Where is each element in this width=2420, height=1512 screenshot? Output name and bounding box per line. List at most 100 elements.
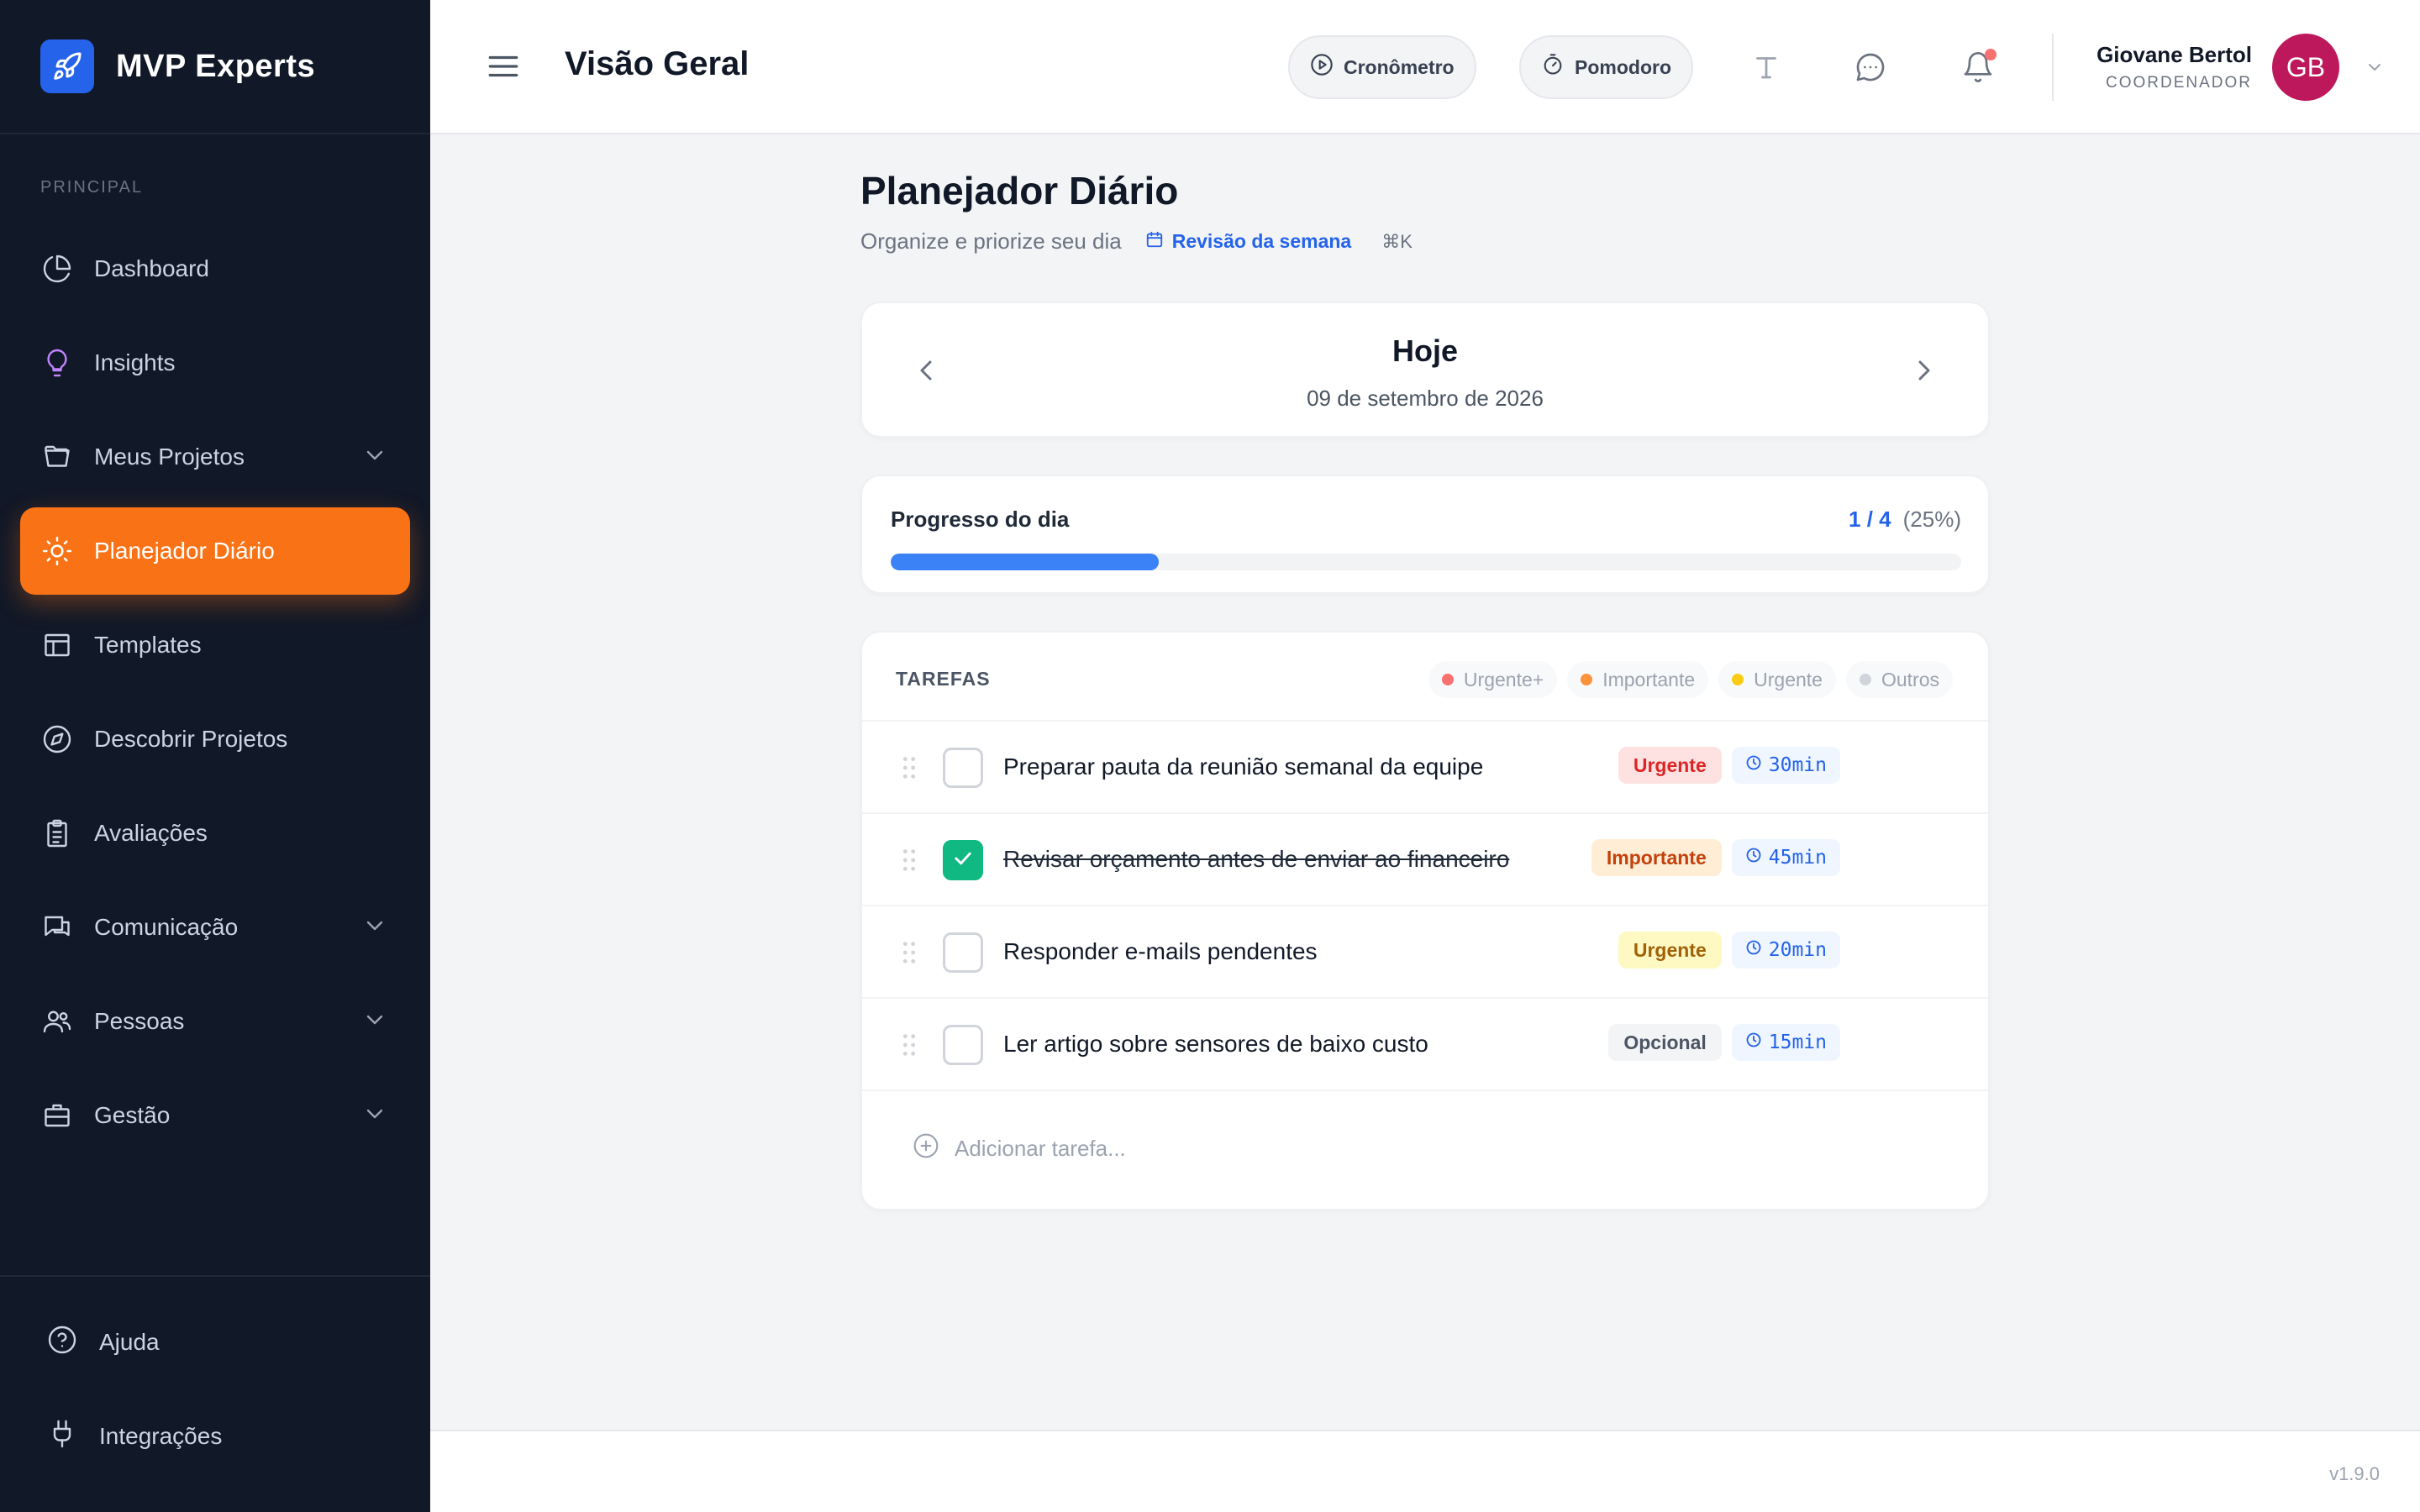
calendar-icon [1145, 230, 1164, 254]
keyboard-shortcut: ⌘K [1381, 230, 1413, 252]
day-title: Hoje [1392, 333, 1458, 368]
main-content: Planejador Diário Organize e priorize se… [860, 168, 1990, 1210]
sidebar-item-planejador-diario[interactable]: Planejador Diário [20, 507, 410, 595]
chevron-right-icon[interactable] [1907, 354, 1941, 391]
brand[interactable]: MVP Experts [0, 0, 430, 134]
sidebar-item-templates[interactable]: Templates [20, 601, 410, 689]
legend-item[interactable]: Urgente [1718, 661, 1836, 698]
sidebar-item-label: Planejador Diário [94, 538, 275, 564]
avatar[interactable]: GB [2272, 34, 2339, 101]
sidebar-item-label: Pessoas [94, 1008, 185, 1034]
pomodoro-button[interactable]: Pomodoro [1519, 35, 1693, 99]
user-role: COORDENADOR [2105, 74, 2252, 92]
folder-icon [40, 440, 74, 474]
legend-item[interactable]: Urgente+ [1428, 661, 1558, 698]
chat-bubble-icon[interactable] [1852, 49, 1889, 86]
clock-icon [1745, 847, 1762, 869]
task-checkbox[interactable] [943, 1025, 983, 1065]
legend-dot [1859, 674, 1871, 685]
section-label: PRINCIPAL [40, 178, 144, 197]
briefcase-icon [40, 1099, 74, 1132]
chevron-down-icon[interactable] [361, 1100, 388, 1133]
text-size-icon[interactable] [1748, 49, 1785, 86]
sidebar-item-label: Avaliações [94, 820, 208, 846]
planner-subline: Organize e priorize seu dia Revisão da s… [860, 228, 1990, 255]
sun-icon [40, 534, 74, 568]
legend-dot [1732, 674, 1744, 685]
stopwatch-button[interactable]: Cronômetro [1288, 35, 1476, 99]
priority-badge[interactable]: Opcional [1608, 1024, 1722, 1061]
sidebar-item-integracoes[interactable]: Integrações [0, 1389, 430, 1483]
timer-icon [1541, 53, 1565, 81]
task-checkbox[interactable] [943, 748, 983, 788]
task-meta: Urgente 30min [1618, 747, 1840, 784]
time-value: 15min [1768, 1032, 1827, 1053]
task-row[interactable]: Ler artigo sobre sensores de baixo custo… [862, 999, 1988, 1091]
chevron-down-icon[interactable] [361, 912, 388, 945]
day-progress: Progresso do dia 1 / 4 (25%) [860, 475, 1990, 594]
task-title[interactable]: Preparar pauta da reunião semanal da equ… [1003, 753, 1483, 780]
layout-icon [40, 628, 74, 662]
sidebar-item-comunicacao[interactable]: Comunicação [20, 884, 410, 971]
time-value: 20min [1768, 939, 1827, 961]
drag-handle-icon[interactable] [901, 848, 918, 877]
chevron-down-icon[interactable] [361, 1006, 388, 1039]
planner-subtitle: Organize e priorize seu dia [860, 228, 1122, 254]
add-task-button[interactable]: Adicionar tarefa... [913, 1132, 1126, 1165]
drag-handle-icon[interactable] [901, 940, 918, 969]
priority-badge[interactable]: Urgente [1618, 932, 1722, 969]
bell-icon[interactable] [1960, 49, 1996, 86]
task-checkbox[interactable] [943, 932, 983, 973]
task-checkbox[interactable] [943, 840, 983, 880]
progress-label: Progresso do dia [891, 507, 1070, 532]
legend-item[interactable]: Outros [1845, 661, 1953, 698]
legend-label: Importante [1602, 668, 1696, 690]
time-estimate[interactable]: 45min [1731, 839, 1840, 876]
progress-count: 1 / 4 (25%) [1849, 507, 1961, 533]
chat-icon [40, 911, 74, 944]
user-name[interactable]: Giovane Bertol [2096, 42, 2252, 68]
sidebar-item-meus-projetos[interactable]: Meus Projetos [20, 413, 410, 501]
sidebar-item-descobrir-projetos[interactable]: Descobrir Projetos [20, 696, 410, 783]
task-row[interactable]: Responder e-mails pendentes Urgente 20mi… [862, 906, 1988, 999]
progress-percent: (25%) [1902, 507, 1961, 532]
hamburger-menu-icon[interactable] [486, 49, 521, 88]
tasks-header: TAREFAS Urgente+ Importante Urgente Outr… [862, 633, 1988, 722]
sidebar-item-label: Dashboard [94, 255, 209, 281]
priority-badge[interactable]: Urgente [1618, 747, 1722, 784]
plus-circle-icon [913, 1132, 939, 1165]
sidebar-item-label: Ajuda [99, 1329, 160, 1355]
planner-title: Planejador Diário [860, 169, 1179, 213]
task-title[interactable]: Responder e-mails pendentes [1003, 938, 1318, 965]
priority-legend: Urgente+ Importante Urgente Outros [1418, 661, 1953, 698]
drag-handle-icon[interactable] [901, 755, 918, 785]
stopwatch-label: Cronômetro [1344, 55, 1455, 78]
time-estimate[interactable]: 30min [1731, 747, 1840, 784]
sidebar-item-label: Descobrir Projetos [94, 726, 288, 752]
legend-item[interactable]: Importante [1567, 661, 1709, 698]
compass-icon [40, 722, 74, 756]
task-row[interactable]: Preparar pauta da reunião semanal da equ… [862, 722, 1988, 814]
drag-handle-icon[interactable] [901, 1032, 918, 1062]
chevron-down-icon[interactable] [361, 442, 388, 475]
sidebar-item-insights[interactable]: Insights [20, 319, 410, 407]
sidebar-item-ajuda[interactable]: Ajuda [0, 1295, 430, 1389]
sidebar-item-pessoas[interactable]: Pessoas [20, 978, 410, 1065]
progress-track [891, 554, 1961, 570]
task-title[interactable]: Ler artigo sobre sensores de baixo custo [1003, 1031, 1428, 1058]
tasks-title: TAREFAS [896, 668, 991, 690]
sidebar-item-avaliacoes[interactable]: Avaliações [20, 790, 410, 877]
sidebar-item-dashboard[interactable]: Dashboard [20, 225, 410, 312]
legend-label: Urgente [1754, 668, 1823, 690]
time-estimate[interactable]: 20min [1731, 932, 1840, 969]
priority-badge[interactable]: Importante [1591, 839, 1722, 876]
week-review-link[interactable]: Revisão da semana [1145, 230, 1351, 254]
legend-dot [1441, 674, 1454, 685]
time-estimate[interactable]: 15min [1731, 1024, 1840, 1061]
task-meta: Importante 45min [1591, 839, 1840, 876]
task-row[interactable]: Revisar orçamento antes de enviar ao fin… [862, 814, 1988, 906]
sidebar-item-gestao[interactable]: Gestão [20, 1072, 410, 1159]
sidebar-item-label: Comunicação [94, 914, 239, 940]
task-title[interactable]: Revisar orçamento antes de enviar ao fin… [1003, 846, 1509, 873]
chevron-down-icon[interactable] [2365, 57, 2385, 81]
